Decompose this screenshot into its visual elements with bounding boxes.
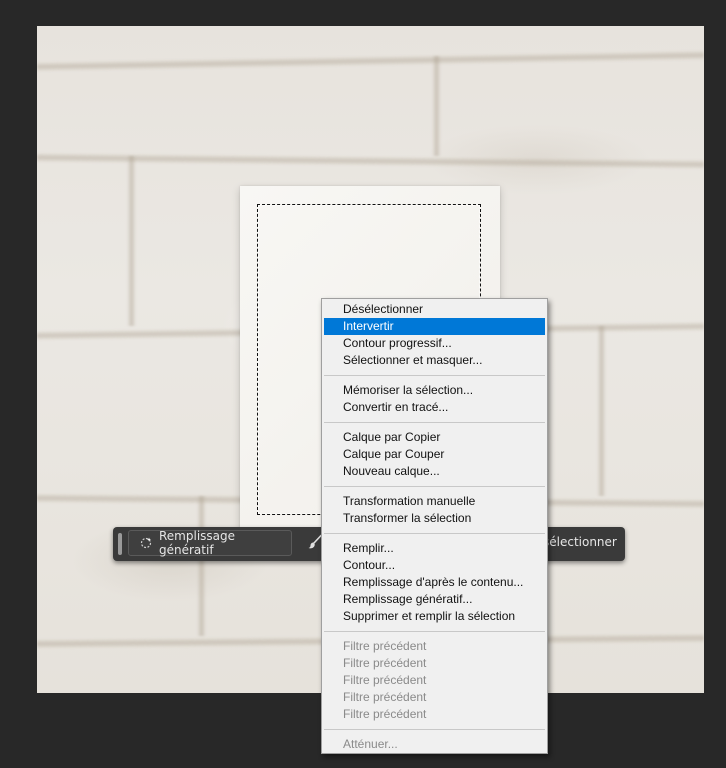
menu-item-remplissage-d-apres-le-contenu[interactable]: Remplissage d'après le contenu... (324, 574, 545, 591)
menu-item-filtre-precedent: Filtre précédent (343, 673, 427, 687)
generative-fill-button[interactable]: Remplissage génératif (128, 529, 292, 557)
menu-item-calque-par-couper[interactable]: Calque par Couper (324, 446, 545, 463)
deselect-button[interactable]: sélectionner (543, 535, 617, 549)
menu-item-supprimer-et-remplir-la-selection[interactable]: Supprimer et remplir la sélection (324, 608, 545, 625)
menu-separator (324, 729, 545, 730)
menu-item-convertir-en-trace[interactable]: Convertir en tracé... (324, 399, 545, 416)
menu-item-filtre-precedent: Filtre précédent (343, 639, 427, 653)
brick-mortar-line (127, 156, 136, 326)
menu-separator (324, 631, 545, 632)
sparkle-icon (140, 537, 152, 549)
brick-mortar-line (37, 50, 704, 72)
menu-item-transformer-la-selection[interactable]: Transformer la sélection (324, 510, 545, 527)
menu-item-remplir[interactable]: Remplir... (324, 540, 545, 557)
brick-mortar-line (597, 326, 606, 496)
menu-separator (324, 486, 545, 487)
menu-item-remplissage-generatif[interactable]: Remplissage génératif... (324, 591, 545, 608)
menu-item-deselectionner[interactable]: Désélectionner (324, 301, 545, 318)
drag-handle[interactable] (118, 533, 122, 555)
menu-item-transformation-manuelle[interactable]: Transformation manuelle (324, 493, 545, 510)
menu-item-contour-progressif[interactable]: Contour progressif... (324, 335, 545, 352)
menu-separator (324, 533, 545, 534)
menu-item-attenuer: Atténuer... (343, 737, 398, 751)
menu-item-calque-par-copier[interactable]: Calque par Copier (324, 429, 545, 446)
menu-item-filtre-precedent: Filtre précédent (343, 690, 427, 704)
generative-fill-label: Remplissage génératif (159, 529, 236, 557)
menu-separator (324, 422, 545, 423)
menu-item-selectionner-et-masquer[interactable]: Sélectionner et masquer... (324, 352, 545, 369)
menu-item-memoriser-la-selection[interactable]: Mémoriser la sélection... (324, 382, 545, 399)
menu-item-nouveau-calque[interactable]: Nouveau calque... (324, 463, 545, 480)
brick-mortar-line (37, 152, 704, 170)
menu-item-contour[interactable]: Contour... (324, 557, 545, 574)
menu-separator (324, 375, 545, 376)
menu-item-filtre-precedent: Filtre précédent (343, 656, 427, 670)
context-menu: Désélectionner Intervertir Contour progres… (321, 298, 548, 754)
menu-item-intervertir[interactable]: Intervertir (324, 318, 545, 335)
menu-item-filtre-precedent: Filtre précédent (343, 707, 427, 721)
brick-mortar-line (197, 496, 206, 636)
brick-mortar-line (432, 56, 441, 156)
